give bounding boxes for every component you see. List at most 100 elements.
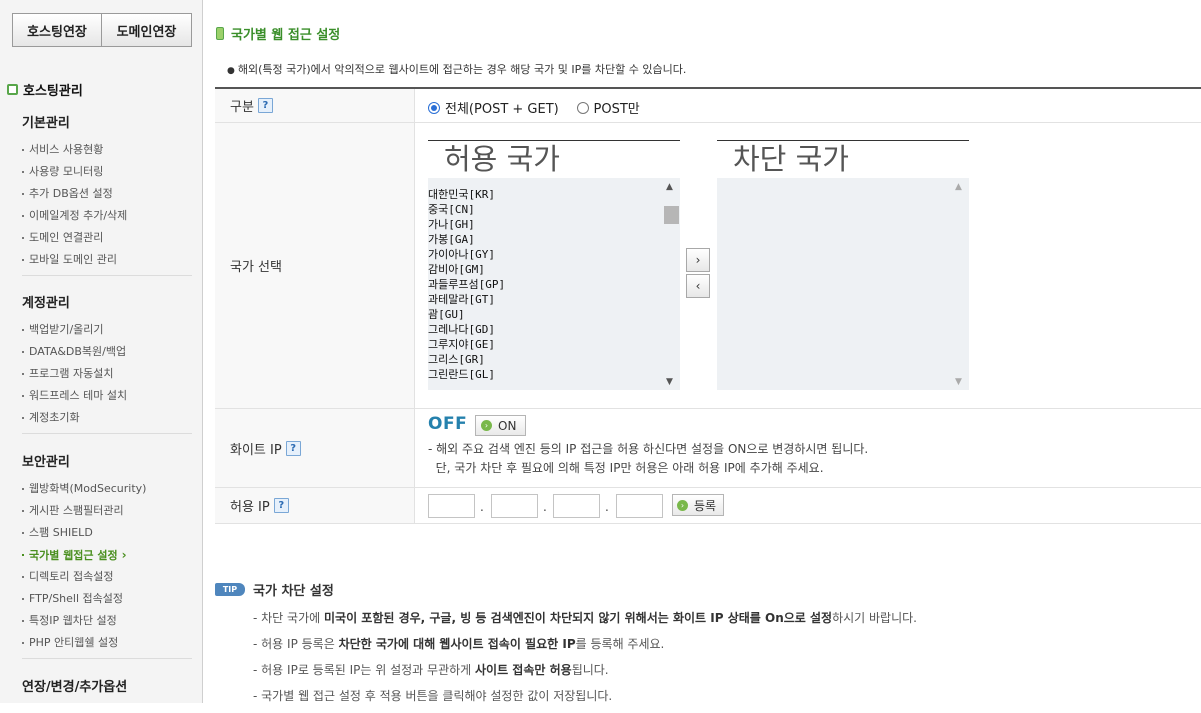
- sidebar-item-auto-install[interactable]: 프로그램 자동설치: [22, 363, 192, 385]
- notice: ● 해외(특정 국가)에서 악의적으로 웹사이트에 접근하는 경우 해당 국가 및…: [227, 61, 686, 77]
- white-ip-controls: OFF › ON - 해외 주요 검색 엔진 등의 IP 접근을 허용 하신다면…: [428, 414, 868, 478]
- sidebar-item-mobile-domain[interactable]: 모바일 도메인 관리: [22, 249, 192, 271]
- scroll-up-icon[interactable]: ▲: [666, 182, 673, 192]
- ip-octet-1-input[interactable]: [428, 494, 475, 518]
- country-option[interactable]: 대한민국[KR]: [428, 187, 680, 202]
- help-icon[interactable]: ?: [273, 498, 289, 513]
- sidebar-item-wordpress-theme[interactable]: 워드프레스 테마 설치: [22, 385, 192, 407]
- radio-unchecked-icon[interactable]: [576, 101, 589, 114]
- sidebar-section-title[interactable]: 연장/변경/추가옵션: [22, 676, 192, 695]
- tip-text: - 허용 IP 등록은: [253, 637, 339, 651]
- sidebar-item-web-firewall[interactable]: 웹방화벽(ModSecurity): [22, 478, 192, 500]
- tip-list: - 차단 국가에 미국이 포함된 경우, 구글, 빙 등 검색엔진이 차단되지 …: [253, 609, 1183, 713]
- allowed-country-entries: 대한민국[KR] 중국[CN] 가나[GH] 가봉[GA] 가이아나[GY] 감비아[GM…: [428, 178, 680, 382]
- register-ip-button[interactable]: › 등록: [672, 494, 725, 516]
- tip-line: - 국가별 웹 접근 설정 후 적용 버튼을 클릭해야 설정한 값이 저장됩니다…: [253, 687, 1183, 713]
- help-icon[interactable]: ?: [285, 440, 301, 456]
- help-icon[interactable]: ?: [257, 98, 273, 113]
- sidebar-item-domain-connect[interactable]: 도메인 연결관리: [22, 227, 192, 249]
- sidebar-section-basic: 기본관리 서비스 사용현황 사용량 모니터링 추가 DB옵션 설정 이메일계정 …: [22, 112, 192, 271]
- sidebar-item-php-antishell[interactable]: PHP 안티웹쉘 설정: [22, 632, 192, 654]
- radio-checked-icon[interactable]: [428, 101, 440, 114]
- ip-separator: .: [480, 500, 484, 514]
- description-line: 단, 국가 차단 후 필요에 의해 특정 IP만 허용은 아래 허용 IP에 추…: [428, 461, 824, 475]
- ip-octet-3-input[interactable]: [553, 494, 600, 518]
- country-option[interactable]: 가나[GH]: [428, 217, 680, 232]
- sidebar-item-spam-filter[interactable]: 게시판 스팸필터관리: [22, 500, 192, 522]
- square-bullet-icon: [7, 84, 18, 95]
- scrollbar[interactable]: ▲ ▼: [663, 178, 680, 390]
- allow-ip-label: 허용 IP: [230, 500, 270, 515]
- sidebar-divider: [22, 275, 192, 276]
- register-button-label: 등록: [694, 498, 717, 513]
- sidebar-item-country-access[interactable]: 국가별 웹접근 설정 ›: [22, 544, 192, 566]
- page-title-label: 국가별 웹 접근 설정: [231, 28, 341, 43]
- on-button-label: ON: [498, 418, 517, 433]
- scroll-down-icon[interactable]: ▼: [666, 377, 673, 387]
- radio-post-label: POST만: [593, 102, 640, 117]
- sidebar-item-data-restore[interactable]: DATA&DB복원/백업: [22, 341, 192, 363]
- sidebar-item-directory-access[interactable]: 디렉토리 접속설정: [22, 566, 192, 588]
- country-select-label: 국가 선택: [230, 260, 282, 275]
- sidebar-item-service-usage[interactable]: 서비스 사용현황: [22, 139, 192, 161]
- tip-heading: TIP 국가 차단 설정: [215, 580, 334, 599]
- country-option[interactable]: 가봉[GA]: [428, 232, 680, 247]
- move-to-blocked-button[interactable]: ›: [686, 248, 710, 272]
- row-label: 화이트 IP ?: [215, 409, 415, 487]
- country-option[interactable]: 괌[GU]: [428, 307, 680, 322]
- country-option[interactable]: 그루지야[GE]: [428, 337, 680, 352]
- sidebar-item-ip-block[interactable]: 특정IP 웹차단 설정: [22, 610, 192, 632]
- sidebar-item-label: 국가별 웹접근 설정: [29, 549, 118, 562]
- move-to-allowed-button[interactable]: ‹: [686, 274, 710, 298]
- blocked-countries-list[interactable]: ▲ ▼: [717, 178, 969, 390]
- sidebar-item-backup[interactable]: 백업받기/올리기: [22, 319, 192, 341]
- scrollbar-thumb[interactable]: [664, 206, 679, 224]
- scrollbar[interactable]: ▲ ▼: [952, 178, 969, 390]
- country-option[interactable]: 과테말라[GT]: [428, 292, 680, 307]
- country-option[interactable]: 그리스[GR]: [428, 352, 680, 367]
- sidebar-section-title: 계정관리: [22, 296, 70, 311]
- scroll-down-icon[interactable]: ▼: [955, 377, 962, 387]
- tip-text: - 차단 국가에: [253, 611, 324, 625]
- country-option[interactable]: 과들루프섬[GP]: [428, 277, 680, 292]
- sidebar-divider: [22, 433, 192, 434]
- radio-all[interactable]: 전체(POST + GET): [428, 98, 559, 117]
- sidebar-item-spam-shield[interactable]: 스팸 SHIELD: [22, 522, 192, 544]
- country-option[interactable]: 그레나다[GD]: [428, 322, 680, 337]
- ip-octet-2-input[interactable]: [491, 494, 538, 518]
- notice-text: 해외(특정 국가)에서 악의적으로 웹사이트에 접근하는 경우 해당 국가 및 …: [237, 63, 687, 76]
- white-ip-status: OFF: [428, 414, 468, 434]
- tip-emphasis: 미국이 포함된 경우, 구글, 빙 등 검색엔진이 차단되지 않기 위해서는 화…: [323, 611, 833, 625]
- scroll-up-icon[interactable]: ▲: [955, 182, 962, 192]
- white-ip-on-button[interactable]: › ON: [475, 415, 527, 436]
- row-type: 구분 ? 전체(POST + GET) POST만: [215, 89, 1201, 123]
- row-label: 국가 선택: [215, 123, 415, 408]
- allowed-countries-list[interactable]: 대한민국[KR] 중국[CN] 가나[GH] 가봉[GA] 가이아나[GY] 감비아[GM…: [428, 178, 680, 390]
- main-content: 국가별 웹 접근 설정 ● 해외(특정 국가)에서 악의적으로 웹사이트에 접근하…: [203, 0, 1201, 703]
- country-option[interactable]: 가이아나[GY]: [428, 247, 680, 262]
- arrow-circle-icon: ›: [677, 499, 688, 511]
- white-ip-toggle: OFF › ON: [428, 414, 868, 436]
- ip-octet-4-input[interactable]: [616, 494, 663, 518]
- sidebar-item-account-reset[interactable]: 계정초기화: [22, 407, 192, 429]
- country-option[interactable]: 중국[CN]: [428, 202, 680, 217]
- sidebar-item-ftp-shell[interactable]: FTP/Shell 접속설정: [22, 588, 192, 610]
- tip-line: - 허용 IP로 등록된 IP는 위 설정과 무관하게 사이트 접속만 허용됩니…: [253, 661, 1183, 687]
- row-white-ip: 화이트 IP ? OFF › ON - 해외 주요 검색 엔진 등의 IP 접근…: [215, 409, 1201, 488]
- bullet-icon: ●: [227, 66, 235, 76]
- chevron-right-icon: ›: [121, 548, 127, 562]
- radio-post-only[interactable]: POST만: [576, 98, 640, 117]
- row-allow-ip: 허용 IP ? . . . › 등록: [215, 488, 1201, 524]
- white-ip-label: 화이트 IP: [230, 442, 282, 458]
- sidebar-item-email-accounts[interactable]: 이메일계정 추가/삭제: [22, 205, 192, 227]
- settings-form: 구분 ? 전체(POST + GET) POST만 국가 선택 허용 국가 대한…: [215, 87, 1201, 524]
- country-option[interactable]: 그린란드[GL]: [428, 367, 680, 382]
- hosting-extension-button[interactable]: 호스팅연장: [12, 13, 102, 47]
- sidebar-item-usage-monitoring[interactable]: 사용량 모니터링: [22, 161, 192, 183]
- ip-separator: .: [543, 500, 547, 514]
- sidebar-heading: 호스팅관리: [7, 80, 83, 99]
- sidebar-item-db-option[interactable]: 추가 DB옵션 설정: [22, 183, 192, 205]
- domain-extension-button[interactable]: 도메인연장: [102, 13, 192, 47]
- country-option[interactable]: 감비아[GM]: [428, 262, 680, 277]
- sidebar-section-security: 보안관리 웹방화벽(ModSecurity) 게시판 스팸필터관리 스팸 SHI…: [22, 451, 192, 654]
